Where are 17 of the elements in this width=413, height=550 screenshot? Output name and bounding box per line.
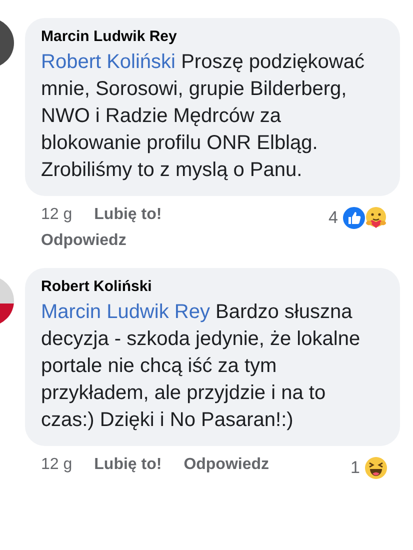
timestamp: 12 g <box>41 206 72 224</box>
comment-text: Marcin Ludwik Rey Bardzo słuszna decyzja - szkoda jedynie, że lokalne portale nie chcą iść za tym przykładem, ale przyjdzie i na to czas:) Dzięki i No Pasaran!:) <box>41 300 362 433</box>
reaction-count[interactable]: 1 <box>350 458 360 478</box>
timestamp: 12 g <box>41 456 72 474</box>
reaction-count[interactable]: 4 <box>328 208 338 228</box>
author-name[interactable]: Marcin Ludwik Rey <box>41 28 388 45</box>
mention-link[interactable]: Robert Koliński <box>41 51 176 73</box>
author-name[interactable]: Robert Koliński <box>41 278 388 295</box>
reply-link[interactable]: Odpowiedz <box>41 232 162 250</box>
thumbs-up-icon <box>342 206 366 230</box>
like-link[interactable]: Lubię to! <box>94 206 162 224</box>
reply-link[interactable]: Odpowiedz <box>184 456 270 474</box>
comment-text: Robert Koliński Proszę podziękować mnie, Sorosowi, grupie Bilderberg, NWO i Radzie Mędrców za blokowanie profilu ONR Elbląg. Zrobiliśmy to z myslą o Panu. <box>41 50 366 183</box>
laughing-emoji-icon <box>364 456 388 480</box>
mention-link[interactable]: Marcin Ludwik Rey <box>41 301 210 323</box>
hug-emoji-icon <box>364 206 388 230</box>
like-link[interactable]: Lubię to! <box>94 456 162 474</box>
